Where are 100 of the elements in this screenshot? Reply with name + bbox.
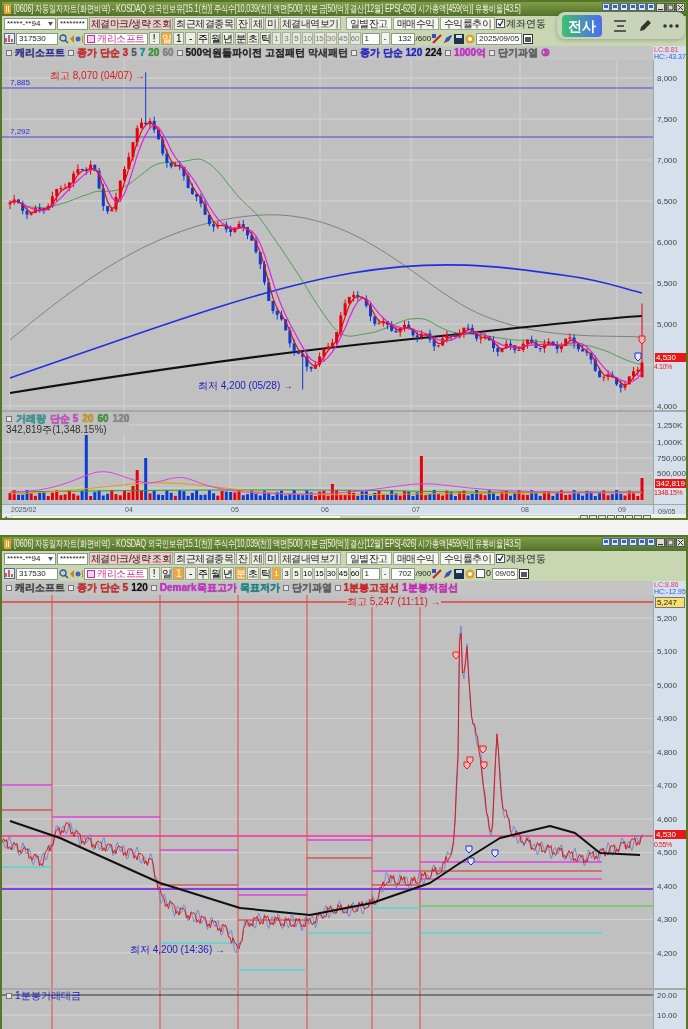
legend-item[interactable]: 종가 단순 120 <box>359 47 423 59</box>
toolbar-button[interactable]: 잔 <box>236 17 250 30</box>
toolbar-button[interactable]: 수익률추이 <box>439 552 496 565</box>
minimize-icon[interactable] <box>656 538 665 547</box>
stock-name-field[interactable]: 캐리소프트 <box>84 567 148 580</box>
search-icon[interactable] <box>59 33 69 44</box>
count-field[interactable]: 1 <box>361 567 380 580</box>
account-select[interactable]: *****-**94 <box>4 17 56 30</box>
toolbar-button[interactable]: 잔 <box>236 552 250 565</box>
account-select[interactable]: *****-**94 <box>4 552 56 565</box>
toolbar-button[interactable]: 매매수익 <box>392 552 439 565</box>
maximize-icon[interactable] <box>666 538 675 547</box>
line-tool-icon[interactable] <box>432 33 443 44</box>
toolbar-button[interactable]: 체결내역보기 <box>279 552 341 565</box>
period-button[interactable]: 년 <box>222 32 234 45</box>
toolbar-button[interactable]: 일별잔고 <box>345 552 392 565</box>
legend-marker-icon[interactable] <box>68 585 74 591</box>
arrows-icon[interactable] <box>70 568 83 579</box>
legend-marker-icon[interactable] <box>6 992 12 999</box>
toolbar-button[interactable]: 최근체결종목 <box>174 17 236 30</box>
period-button[interactable]: 틱 <box>259 567 271 580</box>
alert-button[interactable]: ! <box>148 567 160 580</box>
password-field[interactable]: ******** <box>57 552 88 565</box>
save-icon[interactable] <box>454 33 465 44</box>
period-button[interactable]: 주 <box>197 32 209 45</box>
legend-item[interactable]: 224 <box>425 47 442 59</box>
period-button[interactable]: - <box>185 567 196 580</box>
stock-code-field[interactable]: 317530 <box>16 567 58 580</box>
period-button[interactable]: 년 <box>222 567 234 580</box>
close-icon[interactable] <box>676 538 685 547</box>
indicator-label[interactable]: 1분봉거래대금 <box>15 990 81 1001</box>
link-checkbox[interactable] <box>496 554 506 563</box>
legend-marker-icon[interactable] <box>6 585 12 591</box>
shown-count-field[interactable]: 702 <box>390 567 415 580</box>
legend-item[interactable]: 단기과열 <box>291 582 332 594</box>
password-field[interactable]: ******** <box>57 17 88 30</box>
maximize-icon[interactable] <box>666 3 675 12</box>
calendar-icon[interactable] <box>519 568 530 579</box>
date-checkbox[interactable] <box>476 569 486 578</box>
interval-button[interactable]: 5 <box>292 567 301 580</box>
period-button[interactable]: 주 <box>197 567 209 580</box>
interval-button[interactable]: 10 <box>302 567 313 580</box>
pen-tool-icon[interactable] <box>443 568 454 579</box>
toolbar-button[interactable]: 최근체결종목 <box>174 552 236 565</box>
spin-button[interactable]: - <box>380 567 390 580</box>
legend-marker-icon[interactable] <box>68 50 74 56</box>
line-tool-icon[interactable] <box>432 568 443 579</box>
period-button[interactable]: 틱 <box>259 32 271 45</box>
arrows-icon[interactable] <box>70 33 83 44</box>
interval-button[interactable]: 30 <box>325 567 337 580</box>
toolbar-button[interactable]: 미 <box>265 17 279 30</box>
toolbar-button[interactable]: 체결마크/생략 조회 <box>88 17 174 30</box>
alert-button[interactable]: ! <box>148 32 160 45</box>
legend-marker-icon[interactable] <box>350 50 357 56</box>
legend-marker-icon[interactable] <box>150 585 157 591</box>
toolbar-button[interactable]: 체결마크/생략 조회 <box>88 552 174 565</box>
count-field[interactable]: 1 <box>361 32 380 45</box>
toolbar-button[interactable]: 체 <box>250 17 265 30</box>
toolbar-button[interactable]: 매매수익 <box>392 17 439 30</box>
period-button[interactable]: 초 <box>247 567 259 580</box>
legend-marker-icon[interactable] <box>489 50 496 56</box>
legend-item[interactable]: 캐리소프트 <box>15 582 65 594</box>
chart-settings-icon[interactable] <box>4 568 15 579</box>
legend-item[interactable]: 5 <box>131 47 137 59</box>
more-icon[interactable] <box>663 23 679 28</box>
period-button[interactable]: 1 <box>173 32 184 45</box>
toolbar-button[interactable]: 체결내역보기 <box>279 17 341 30</box>
legend-marker-icon[interactable] <box>6 415 12 422</box>
chart-settings-icon[interactable] <box>4 33 15 44</box>
period-button[interactable]: 분 <box>234 32 246 45</box>
pen-tool-icon[interactable] <box>443 33 454 44</box>
period-button[interactable]: 월 <box>209 32 221 45</box>
interval-button[interactable]: 15 <box>313 567 325 580</box>
menu-icon[interactable] <box>612 18 628 33</box>
save-icon[interactable] <box>454 568 465 579</box>
period-button[interactable]: 월 <box>209 567 221 580</box>
legend-marker-icon[interactable] <box>176 50 183 56</box>
calendar-icon[interactable] <box>523 33 534 44</box>
date-field[interactable]: 2025/09/05 <box>476 32 523 45</box>
dropdown-arrow-icon[interactable] <box>48 556 53 561</box>
date-field[interactable]: 09/05 <box>492 567 519 580</box>
stock-code-field[interactable]: 317530 <box>16 32 58 45</box>
dropdown-arrow-icon[interactable] <box>48 21 53 26</box>
legend-item[interactable]: 캐리소프트 <box>15 47 65 59</box>
spin-button[interactable]: - <box>380 32 390 45</box>
period-button[interactable]: 일 <box>160 567 172 580</box>
toolbar-button[interactable]: 수익률추이 <box>439 17 496 30</box>
interval-button[interactable]: 3 <box>282 567 291 580</box>
link-checkbox[interactable] <box>496 19 506 28</box>
legend-item[interactable]: 단기과열 <box>498 47 539 59</box>
legend-marker-icon[interactable] <box>444 50 451 56</box>
legend-marker-icon[interactable] <box>334 585 341 591</box>
shown-count-field[interactable]: 132 <box>390 32 415 45</box>
legend-marker-icon[interactable] <box>282 585 289 591</box>
legend-marker-icon[interactable] <box>6 50 12 56</box>
interval-button[interactable]: 45 <box>337 567 349 580</box>
minimize-icon[interactable] <box>656 3 665 12</box>
search-icon[interactable] <box>59 568 69 579</box>
legend-item[interactable]: 120 <box>131 582 148 594</box>
interval-button[interactable]: 60 <box>349 567 361 580</box>
